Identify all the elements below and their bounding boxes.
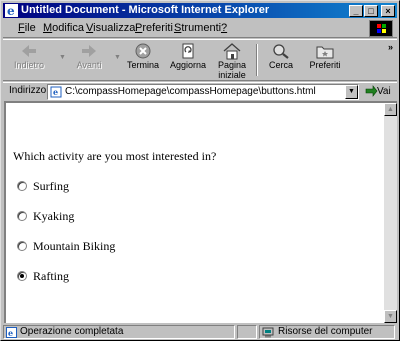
scroll-up-icon[interactable]: ▲ (384, 103, 397, 116)
svg-text:e: e (7, 4, 15, 17)
stop-button[interactable]: Termina (121, 42, 165, 78)
favorites-folder-icon (316, 46, 334, 59)
search-label: Cerca (268, 60, 293, 70)
svg-text:e: e (8, 328, 13, 338)
toolbar-overflow-icon[interactable]: » (388, 42, 393, 52)
computer-icon (262, 327, 274, 338)
refresh-label: Aggiorna (169, 60, 207, 70)
forward-label: Avanti (76, 60, 102, 70)
ie-logo-icon: e (5, 4, 18, 17)
option-label: Rafting (33, 269, 69, 283)
address-dropdown-icon[interactable]: ▼ (345, 85, 358, 99)
menu-file[interactable]: File (18, 22, 36, 34)
svg-text:e: e (53, 87, 58, 97)
minimize-button[interactable]: _ (349, 5, 363, 17)
page-icon: e (50, 86, 62, 98)
option-label: Mountain Biking (33, 239, 116, 253)
refresh-button[interactable]: Aggiorna (166, 42, 210, 78)
toolbar: Indietro ▼ Avanti ▼ Termina Aggiorna Pag… (3, 39, 397, 81)
page-done-icon: e (6, 327, 17, 338)
address-input[interactable]: e C:\compassHomepage\compassHomepage\but… (47, 84, 359, 100)
browser-window: e Untitled Document - Microsoft Internet… (0, 0, 400, 341)
page-viewport: Which activity are you most interested i… (4, 101, 397, 323)
go-button[interactable]: Vai (363, 84, 395, 100)
favorites-label: Preferiti (309, 60, 341, 70)
status-zone: Risorse del computer (278, 326, 373, 337)
menu-modifica[interactable]: Modifica (43, 22, 84, 34)
favorites-button[interactable]: Preferiti (303, 42, 347, 78)
back-label: Indietro (13, 60, 45, 70)
home-label-line1: Pagina (217, 60, 247, 70)
search-button[interactable]: Cerca (259, 42, 303, 78)
search-icon (273, 44, 289, 59)
home-icon (223, 43, 241, 60)
menu-help[interactable]: ? (221, 22, 227, 34)
maximize-button[interactable]: □ (364, 5, 378, 17)
vertical-scrollbar[interactable]: ▲ ▼ (384, 103, 397, 323)
window-title: Untitled Document - Microsoft Internet E… (21, 4, 270, 16)
option-label: Surfing (33, 179, 69, 193)
radio-mountain-biking[interactable] (17, 241, 27, 251)
home-button[interactable]: Pagina iniziale (210, 42, 254, 80)
menu-strumenti[interactable]: Strumenti (174, 22, 221, 34)
scroll-down-icon[interactable]: ▼ (384, 310, 397, 323)
forward-dropdown-icon[interactable]: ▼ (114, 54, 121, 61)
status-zone-pane: Risorse del computer (259, 325, 395, 339)
go-label: Vai (377, 86, 391, 97)
status-message-pane: e Operazione completata (3, 325, 235, 339)
toolbar-separator (256, 44, 258, 76)
radio-kyaking[interactable] (17, 211, 27, 221)
refresh-icon (182, 43, 194, 59)
address-bar: Indirizzo e C:\compassHomepage\compassHo… (3, 82, 397, 100)
back-button[interactable]: Indietro (7, 42, 51, 78)
go-arrow-icon (365, 85, 378, 97)
address-url: C:\compassHomepage\compassHomepage\butto… (65, 86, 316, 97)
forward-button[interactable]: Avanti (67, 42, 111, 78)
windows-logo-icon (369, 20, 393, 37)
option-label: Kyaking (33, 209, 75, 223)
address-label: Indirizzo (9, 85, 47, 96)
forward-arrow-icon (82, 45, 96, 57)
page-body: Which activity are you most interested i… (6, 103, 386, 323)
question-text: Which activity are you most interested i… (13, 149, 217, 163)
status-bar: e Operazione completata Risorse del comp… (3, 324, 397, 339)
stop-icon (135, 43, 151, 59)
status-message: Operazione completata (20, 326, 124, 337)
home-label-line2: iniziale (218, 70, 246, 80)
radio-rafting[interactable] (17, 271, 27, 281)
stop-label: Termina (126, 60, 159, 70)
status-pane-blank (237, 325, 257, 339)
radio-surfing[interactable] (17, 181, 27, 191)
back-arrow-icon (22, 45, 36, 57)
menu-preferiti[interactable]: Preferiti (135, 22, 173, 34)
back-dropdown-icon[interactable]: ▼ (59, 54, 66, 61)
title-bar[interactable]: e Untitled Document - Microsoft Internet… (3, 3, 397, 18)
menu-visualizza[interactable]: Visualizza (86, 22, 135, 34)
close-button[interactable]: × (381, 5, 395, 17)
menu-bar: File Modifica Visualizza Preferiti Strum… (3, 19, 397, 38)
